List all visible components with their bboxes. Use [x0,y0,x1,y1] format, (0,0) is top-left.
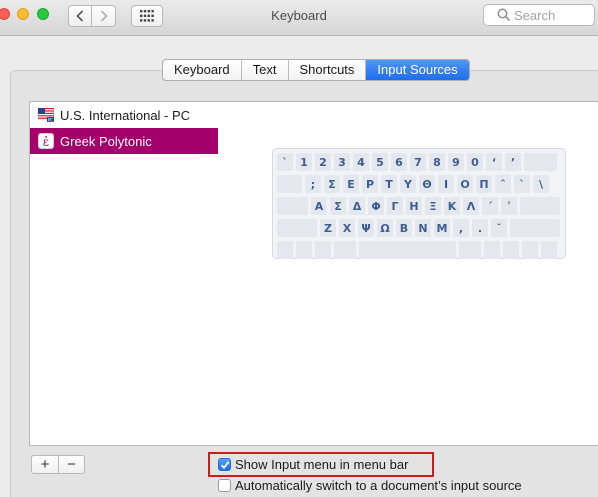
tab-keyboard[interactable]: Keyboard [163,60,242,80]
key: 1 [296,153,312,171]
key: ʻ [486,153,502,171]
keyboard-row-1: ` 1 2 3 4 5 6 7 8 9 0 ʻ ʼ [277,153,561,171]
key: Ο [457,175,473,193]
checkmark-icon [220,460,229,469]
key: , [453,219,469,237]
list-item-greek-polytonic[interactable]: ἐ Greek Polytonic [30,128,218,154]
show-input-menu-checkbox[interactable] [218,458,231,471]
key-arrow-left [503,241,519,259]
key: ˘ [491,219,507,237]
show-input-menu-option[interactable]: Show Input menu in menu bar [218,457,408,472]
key: Λ [463,197,479,215]
key-space [359,241,456,259]
auto-switch-checkbox[interactable] [218,479,231,492]
key-tab [277,175,302,193]
key-right-shift [510,219,560,237]
key: \ [533,175,549,193]
list-item-label: Greek Polytonic [60,133,152,149]
key: Κ [444,197,460,215]
key: . [472,219,488,237]
search-input[interactable] [514,7,590,23]
key: 0 [467,153,483,171]
list-item-label: U.S. International - PC [60,107,191,123]
key-caps-lock [277,197,308,215]
key: ʹ [501,197,517,215]
key: ` [514,175,530,193]
key: Μ [434,219,450,237]
key: Ψ [358,219,374,237]
key: Δ [349,197,365,215]
key: Ε [343,175,359,193]
tab-bar: Keyboard Text Shortcuts Input Sources [162,59,470,81]
key: Π [476,175,492,193]
keyboard-layout-preview: ` 1 2 3 4 5 6 7 8 9 0 ʻ ʼ ; Σ Ε Ρ Τ Υ Θ … [272,148,566,259]
key: Η [406,197,422,215]
key: Ω [377,219,393,237]
key-arrow-up-down [522,241,538,259]
key-left-shift [277,219,317,237]
key: Β [396,219,412,237]
auto-switch-label: Automatically switch to a document’s inp… [235,478,522,493]
key: 9 [448,153,464,171]
key: Ι [438,175,454,193]
key: ʼ [505,153,521,171]
key-delete [524,153,557,171]
search-icon [497,8,511,22]
key: ; [305,175,321,193]
us-flag-icon: PC [38,108,54,122]
search-field[interactable] [483,4,595,26]
keyboard-row-5 [277,241,561,259]
keyboard-row-2: ; Σ Ε Ρ Τ Υ Θ Ι Ο Π ˆ ` \ [277,175,561,193]
add-remove-control: + − [31,455,85,474]
svg-text:PC: PC [48,117,53,122]
key: Χ [339,219,355,237]
auto-switch-option[interactable]: Automatically switch to a document’s inp… [218,478,522,493]
input-source-list[interactable]: PC U.S. International - PC ἐ Greek Polyt… [29,101,219,446]
key: 5 [372,153,388,171]
key: Σ [324,175,340,193]
title-bar: Keyboard [0,0,598,36]
keyboard-row-3: Α Σ Δ Φ Γ Η Ξ Κ Λ ´ ʹ [277,197,561,215]
key: Α [311,197,327,215]
tab-text[interactable]: Text [242,60,289,80]
key: Ρ [362,175,378,193]
key-command [334,241,356,259]
key-return [520,197,560,215]
key-option [484,241,500,259]
key-arrow-right [541,241,557,259]
keyboard-row-4: Ζ Χ Ψ Ω Β Ν Μ , . ˘ [277,219,561,237]
key: 6 [391,153,407,171]
key: Υ [400,175,416,193]
key-option [315,241,331,259]
key: Γ [387,197,403,215]
add-input-source-button[interactable]: + [32,456,58,473]
tab-shortcuts[interactable]: Shortcuts [289,60,367,80]
list-item-us-international-pc[interactable]: PC U.S. International - PC [30,102,218,128]
key: Σ [330,197,346,215]
key-control [296,241,312,259]
show-input-menu-label: Show Input menu in menu bar [235,457,409,472]
key: 2 [315,153,331,171]
key: Θ [419,175,435,193]
key-command [459,241,481,259]
key: 7 [410,153,426,171]
key: Ν [415,219,431,237]
key: Τ [381,175,397,193]
key: ´ [482,197,498,215]
tab-input-sources[interactable]: Input Sources [366,60,469,80]
greek-polytonic-icon: ἐ [38,133,54,149]
key: Ζ [320,219,336,237]
key: Ξ [425,197,441,215]
key: Φ [368,197,384,215]
key: 4 [353,153,369,171]
remove-input-source-button[interactable]: − [58,456,84,473]
key: 3 [334,153,350,171]
key-fn [277,241,293,259]
key: 8 [429,153,445,171]
key: ` [277,153,293,171]
key: ˆ [495,175,511,193]
